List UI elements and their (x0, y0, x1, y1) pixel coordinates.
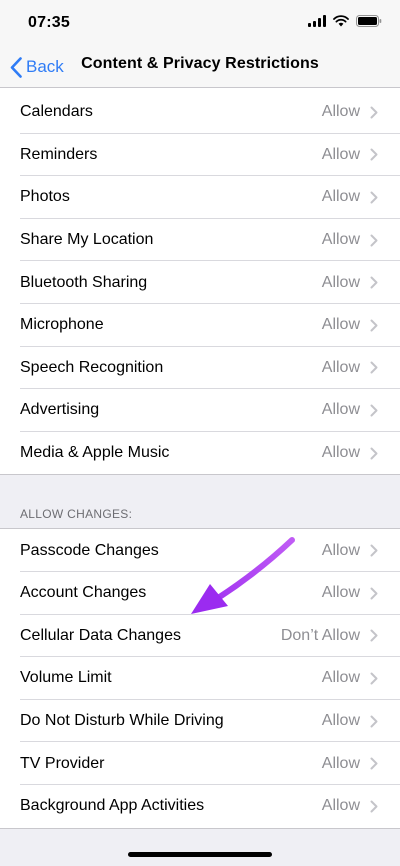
setting-value: Allow (321, 188, 360, 206)
setting-label: Bluetooth Sharing (20, 273, 148, 291)
setting-row-account-changes[interactable]: Account Changes Allow (0, 572, 400, 615)
status-icons (308, 15, 382, 27)
setting-value: Allow (321, 358, 360, 376)
setting-row-tv-provider[interactable]: TV Provider Allow (0, 742, 400, 785)
home-indicator[interactable] (128, 852, 272, 857)
chevron-right-icon (370, 800, 378, 813)
setting-label: Account Changes (20, 584, 147, 602)
chevron-right-icon (370, 276, 378, 289)
setting-value: Don’t Allow (280, 626, 360, 644)
section-header-allow-changes: ALLOW CHANGES: (20, 507, 133, 522)
chevron-right-icon (370, 629, 378, 642)
setting-value: Allow (321, 401, 360, 419)
page-title-text: Content & Privacy Restrictions (81, 55, 319, 72)
cellular-signal-icon (308, 15, 326, 27)
setting-row-bluetooth-sharing[interactable]: Bluetooth Sharing Allow (0, 261, 400, 304)
setting-value: Allow (321, 754, 360, 772)
setting-label: Do Not Disturb While Driving (20, 712, 224, 730)
setting-value: Allow (321, 273, 360, 291)
setting-label: Volume Limit (20, 669, 112, 687)
setting-value: Allow (321, 669, 360, 687)
setting-row-calendars[interactable]: Calendars Allow (0, 91, 400, 134)
chevron-right-icon (370, 544, 378, 557)
setting-label: Photos (20, 188, 70, 206)
setting-label: TV Provider (20, 754, 105, 772)
setting-value: Allow (321, 103, 360, 121)
chevron-right-icon (370, 672, 378, 685)
setting-label: Reminders (20, 145, 98, 163)
setting-label: Speech Recognition (20, 358, 164, 376)
setting-label: Advertising (20, 401, 100, 419)
allow-changes-group: Passcode Changes Allow Account Changes Allo… (0, 528, 400, 829)
chevron-right-icon (370, 361, 378, 374)
settings-list[interactable]: Calendars Allow Reminders Allow Photos Allow S… (0, 88, 400, 829)
wifi-icon (333, 15, 349, 27)
setting-row-passcode-changes[interactable]: Passcode Changes Allow (0, 529, 400, 572)
setting-row-advertising[interactable]: Advertising Allow (0, 389, 400, 432)
privacy-group: Calendars Allow Reminders Allow Photos Allow S… (0, 88, 400, 476)
setting-label: Calendars (20, 103, 93, 121)
status-time: 07:35 (28, 14, 70, 31)
setting-value: Allow (321, 145, 360, 163)
setting-label: Microphone (20, 316, 104, 334)
setting-row-speech-recognition[interactable]: Speech Recognition Allow (0, 347, 400, 390)
chevron-right-icon (370, 191, 378, 204)
setting-value: Allow (321, 231, 360, 249)
setting-value: Allow (321, 444, 360, 462)
chevron-right-icon (370, 319, 378, 332)
setting-value: Allow (321, 316, 360, 334)
setting-label: Share My Location (20, 231, 154, 249)
setting-row-microphone[interactable]: Microphone Allow (0, 304, 400, 347)
setting-row-cellular-data-changes[interactable]: Cellular Data Changes Don’t Allow (0, 615, 400, 658)
chevron-right-icon (370, 715, 378, 728)
navigation-bar: Back Content & Privacy Restrictions (0, 46, 400, 88)
setting-value: Allow (321, 584, 360, 602)
setting-value: Allow (321, 712, 360, 730)
setting-label: Media & Apple Music (20, 444, 170, 462)
chevron-right-icon (370, 234, 378, 247)
setting-value: Allow (321, 541, 360, 559)
page-title: Content & Privacy Restrictions (0, 55, 400, 73)
chevron-right-icon (370, 404, 378, 417)
setting-row-do-not-disturb-while-driving[interactable]: Do Not Disturb While Driving Allow (0, 700, 400, 743)
setting-row-background-app-activities[interactable]: Background App Activities Allow (0, 785, 400, 828)
chevron-right-icon (370, 148, 378, 161)
battery-icon (356, 15, 382, 27)
chevron-right-icon (370, 447, 378, 460)
setting-row-share-my-location[interactable]: Share My Location Allow (0, 219, 400, 262)
chevron-right-icon (370, 757, 378, 770)
chevron-right-icon (370, 106, 378, 119)
setting-row-photos[interactable]: Photos Allow (0, 176, 400, 219)
setting-row-media-and-apple-music[interactable]: Media & Apple Music Allow (0, 432, 400, 475)
setting-label: Passcode Changes (20, 541, 159, 559)
setting-label: Cellular Data Changes (20, 626, 181, 644)
setting-row-reminders[interactable]: Reminders Allow (0, 134, 400, 177)
setting-value: Allow (321, 797, 360, 815)
setting-row-volume-limit[interactable]: Volume Limit Allow (0, 657, 400, 700)
chevron-right-icon (370, 587, 378, 600)
status-bar: 07:35 (0, 0, 400, 46)
setting-label: Background App Activities (20, 797, 205, 815)
